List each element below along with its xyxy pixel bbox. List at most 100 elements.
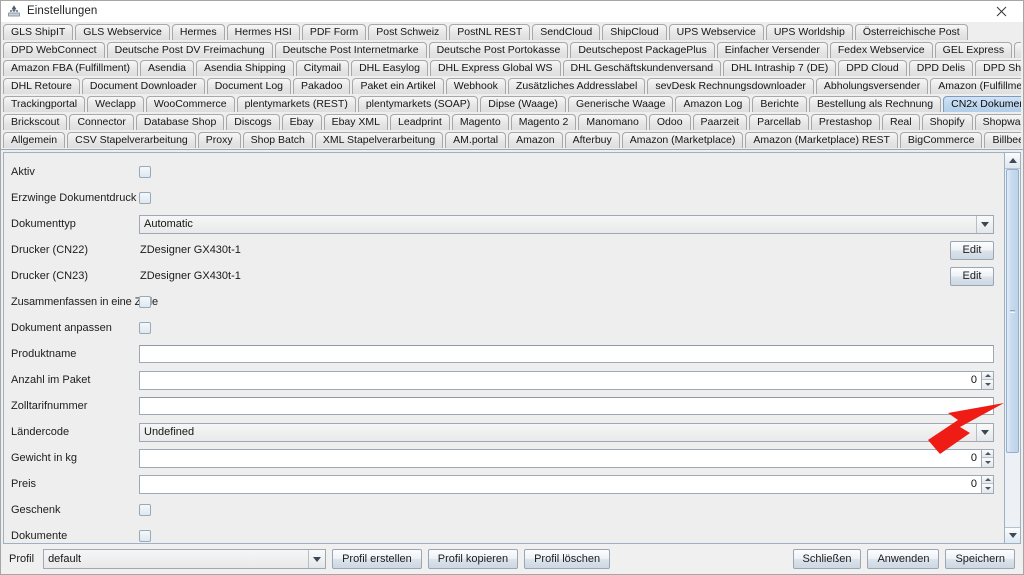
tab-plentymarkets-soap[interactable]: plentymarkets (SOAP) (357, 96, 479, 112)
tab-database-shop[interactable]: Database Shop (135, 114, 225, 130)
schliessen-button[interactable]: Schließen (792, 549, 862, 569)
tab-ebay[interactable]: Ebay (281, 114, 322, 130)
checkbox-erzwinge-dokumentdruck[interactable] (139, 192, 151, 204)
tab-dpd-delis[interactable]: DPD Delis (908, 60, 974, 76)
tab-pakadoo[interactable]: Pakadoo (293, 78, 351, 94)
profil-select[interactable]: default (43, 549, 327, 569)
tab-xml-stapelverarbeitung[interactable]: XML Stapelverarbeitung (314, 132, 444, 148)
tab-dpd-shipperservice-ch[interactable]: DPD ShipperService (CH) (975, 60, 1021, 76)
spinner-value-gewicht-in-kg[interactable]: 0 (139, 448, 981, 468)
spinner-up-icon[interactable] (982, 475, 993, 484)
tab-paarzeit[interactable]: Paarzeit (692, 114, 748, 130)
scroll-down-arrow-icon[interactable] (1005, 527, 1020, 543)
scroll-up-arrow-icon[interactable] (1005, 153, 1020, 169)
tab-shipcloud[interactable]: ShipCloud (602, 24, 667, 40)
tab-gls-gepard[interactable]: GLS Gepard (1014, 42, 1021, 58)
tab-asendia-shipping[interactable]: Asendia Shipping (196, 60, 294, 76)
chevron-down-icon[interactable] (976, 215, 993, 233)
tab-weclapp[interactable]: Weclapp (87, 96, 144, 112)
tab-magento[interactable]: Magento (451, 114, 509, 130)
tab-leadprint[interactable]: Leadprint (390, 114, 450, 130)
tab-ebay-xml[interactable]: Ebay XML (323, 114, 389, 130)
profil-kopieren-button[interactable]: Profil kopieren (427, 549, 519, 569)
tab-dpd-webconnect[interactable]: DPD WebConnect (3, 42, 105, 58)
tab-plentymarkets-rest[interactable]: plentymarkets (REST) (236, 96, 356, 112)
tab-hermes[interactable]: Hermes (171, 24, 225, 40)
tab-paket-ein-artikel[interactable]: Paket ein Artikel (352, 78, 444, 94)
tab-amazon-fba-fulfillment[interactable]: Amazon FBA (Fulfillment) (3, 60, 139, 76)
tab-amazon-marketplace-rest[interactable]: Amazon (Marketplace) REST (745, 132, 898, 148)
spinner-preis[interactable]: 0 (139, 474, 994, 494)
tab-bestellung-als-rechnung[interactable]: Bestellung als Rechnung (808, 96, 942, 112)
tab-dpd-cloud[interactable]: DPD Cloud (838, 60, 907, 76)
tab-dhl-intraship-7-de[interactable]: DHL Intraship 7 (DE) (723, 60, 837, 76)
tab-afterbuy[interactable]: Afterbuy (564, 132, 620, 148)
tab-amazon-log[interactable]: Amazon Log (675, 96, 751, 112)
tab-shopify[interactable]: Shopify (921, 114, 973, 130)
tab-dipse-waage[interactable]: Dipse (Waage) (480, 96, 566, 112)
spinner-up-icon[interactable] (982, 449, 993, 458)
tab-citymail[interactable]: Citymail (295, 60, 350, 76)
tab-amazon-marketplace[interactable]: Amazon (Marketplace) (621, 132, 744, 148)
tab-sendcloud[interactable]: SendCloud (532, 24, 601, 40)
tab-dhl-easylog[interactable]: DHL Easylog (351, 60, 428, 76)
tab-gls-shipit[interactable]: GLS ShipIT (3, 24, 74, 40)
spinner-up-icon[interactable] (982, 371, 993, 380)
spinner-gewicht-in-kg[interactable]: 0 (139, 448, 994, 468)
tab-berichte[interactable]: Berichte (752, 96, 807, 112)
tab-deutschepost-packageplus[interactable]: Deutschepost PackagePlus (570, 42, 715, 58)
tab-document-log[interactable]: Document Log (206, 78, 291, 94)
tab-csv-stapelverarbeitung[interactable]: CSV Stapelverarbeitung (67, 132, 196, 148)
tab-document-downloader[interactable]: Document Downloader (81, 78, 205, 94)
input-zolltarifnummer[interactable] (139, 397, 994, 415)
close-icon[interactable] (979, 1, 1023, 22)
tab-manomano[interactable]: Manomano (578, 114, 647, 130)
tab-gls-webservice[interactable]: GLS Webservice (75, 24, 170, 40)
edit-button-drucker-cn22[interactable]: Edit (950, 240, 994, 260)
checkbox-geschenk[interactable] (139, 504, 151, 516)
tab-billbee[interactable]: Billbee (984, 132, 1021, 148)
tab-ups-worldship[interactable]: UPS Worldship (765, 24, 853, 40)
spinner-down-icon[interactable] (982, 380, 993, 389)
edit-button-drucker-cn23[interactable]: Edit (950, 266, 994, 286)
spinner-anzahl-im-paket[interactable]: 0 (139, 370, 994, 390)
tab-shopware[interactable]: Shopware (974, 114, 1021, 130)
spinner-down-icon[interactable] (982, 484, 993, 493)
tab-ups-webservice[interactable]: UPS Webservice (668, 24, 764, 40)
profil-loeschen-button[interactable]: Profil löschen (524, 549, 611, 569)
tab-deutsche-post-dv-freimachung[interactable]: Deutsche Post DV Freimachung (106, 42, 273, 58)
select-laendercode[interactable]: Undefined (139, 422, 994, 442)
tab-bigcommerce[interactable]: BigCommerce (899, 132, 983, 148)
tab-dhl-retoure[interactable]: DHL Retoure (3, 78, 80, 94)
tab-postnl-rest[interactable]: PostNL REST (449, 24, 531, 40)
tab-hermes-hsi[interactable]: Hermes HSI (226, 24, 300, 40)
speichern-button[interactable]: Speichern (945, 549, 1015, 569)
checkbox-aktiv[interactable] (139, 166, 151, 178)
checkbox-dokumente[interactable] (139, 530, 151, 542)
anwenden-button[interactable]: Anwenden (867, 549, 940, 569)
tab-abholungsversender[interactable]: Abholungsversender (815, 78, 929, 94)
select-dokumenttyp[interactable]: Automatic (139, 214, 994, 234)
tab-fedex-webservice[interactable]: Fedex Webservice (829, 42, 933, 58)
tab-sevdesk-rechnungsdownloader[interactable]: sevDesk Rechnungsdownloader (647, 78, 814, 94)
spinner-value-anzahl-im-paket[interactable]: 0 (139, 370, 981, 390)
tab-discogs[interactable]: Discogs (226, 114, 280, 130)
tab-prestashop[interactable]: Prestashop (810, 114, 880, 130)
tab-generische-waage[interactable]: Generische Waage (567, 96, 674, 112)
tab-shop-batch[interactable]: Shop Batch (242, 132, 313, 148)
chevron-down-icon[interactable] (308, 550, 326, 568)
profil-erstellen-button[interactable]: Profil erstellen (332, 549, 422, 569)
tab-brickscout[interactable]: Brickscout (3, 114, 68, 130)
tab-asendia[interactable]: Asendia (140, 60, 194, 76)
tab-dhl-express-global-ws[interactable]: DHL Express Global WS (429, 60, 561, 76)
tab-amazon[interactable]: Amazon (508, 132, 563, 148)
tab-real[interactable]: Real (881, 114, 920, 130)
tab-post-schweiz[interactable]: Post Schweiz (368, 24, 448, 40)
tab-allgemein[interactable]: Allgemein (3, 132, 66, 148)
tab-zus-tzliches-addresslabel[interactable]: Zusätzliches Addresslabel (507, 78, 646, 94)
tab-deutsche-post-internetmarke[interactable]: Deutsche Post Internetmarke (274, 42, 427, 58)
tab-einfacher-versender[interactable]: Einfacher Versender (716, 42, 828, 58)
tab-woocommerce[interactable]: WooCommerce (145, 96, 235, 112)
chevron-down-icon[interactable] (976, 423, 993, 441)
tab-deutsche-post-portokasse[interactable]: Deutsche Post Portokasse (428, 42, 569, 58)
